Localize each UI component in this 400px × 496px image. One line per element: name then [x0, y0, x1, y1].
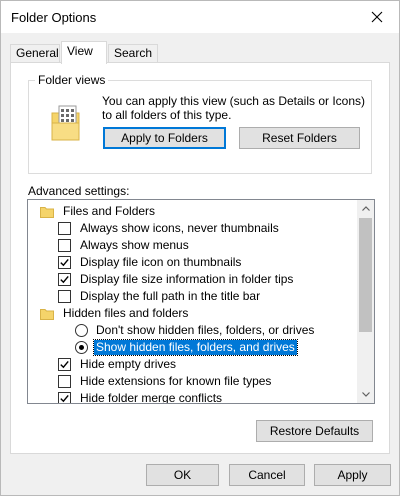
tree-checkbox-option[interactable]: Display file icon on thumbnails	[58, 254, 243, 271]
tree-category: Hidden files and folders	[40, 305, 190, 322]
apply-button[interactable]: Apply	[314, 464, 391, 486]
folder-views-group: Folder views You can apply this view (su…	[28, 73, 372, 174]
vertical-scrollbar[interactable]	[357, 200, 374, 403]
view-tab-panel: Folder views You can apply this view (su…	[10, 62, 390, 454]
tree-radio-option[interactable]: Don't show hidden files, folders, or dri…	[75, 322, 316, 339]
tree-category: Files and Folders	[40, 203, 157, 220]
tree-item-label: Display file size information in folder …	[80, 272, 294, 286]
tree-checkbox-option[interactable]: Always show icons, never thumbnails	[58, 220, 281, 237]
chevron-down-icon	[361, 392, 370, 397]
tree-item-label: Files and Folders	[63, 204, 156, 218]
radio-button[interactable]	[75, 324, 88, 337]
ok-button[interactable]: OK	[146, 464, 219, 486]
folder-icon	[40, 308, 54, 320]
apply-to-folders-button[interactable]: Apply to Folders	[103, 127, 226, 149]
tab-search[interactable]: Search	[108, 44, 158, 63]
reset-folders-button[interactable]: Reset Folders	[239, 127, 360, 149]
folder-icon	[40, 206, 54, 218]
cancel-button[interactable]: Cancel	[229, 464, 305, 486]
folder-views-legend: Folder views	[35, 73, 109, 87]
tree-radio-option[interactable]: Show hidden files, folders, and drives	[75, 339, 298, 356]
checkbox[interactable]	[58, 256, 71, 269]
tree-item-label: Always show menus	[80, 238, 189, 252]
tree-item-label: Always show icons, never thumbnails	[80, 221, 279, 235]
restore-defaults-button[interactable]: Restore Defaults	[256, 420, 373, 442]
tree-checkbox-option[interactable]: Display the full path in the title bar	[58, 288, 262, 305]
tree-item-label: Show hidden files, folders, and drives	[93, 339, 298, 356]
tree-item-label: Hide extensions for known file types	[80, 374, 272, 388]
folder-views-description: You can apply this view (such as Details…	[102, 94, 366, 122]
radio-button[interactable]	[75, 341, 88, 354]
checkbox[interactable]	[58, 222, 71, 235]
scrollbar-thumb[interactable]	[359, 218, 372, 332]
tree-checkbox-option[interactable]: Always show menus	[58, 237, 191, 254]
tab-view[interactable]: View	[61, 41, 107, 64]
window-title: Folder Options	[11, 10, 97, 25]
checkmark-icon	[60, 360, 69, 369]
tree-item-label: Display the full path in the title bar	[80, 289, 261, 303]
title-bar: Folder Options	[1, 1, 399, 33]
close-button[interactable]	[355, 1, 399, 33]
tree-item-label: Hide empty drives	[80, 357, 177, 371]
tree-checkbox-option[interactable]: Hide empty drives	[58, 356, 178, 373]
checkbox[interactable]	[58, 239, 71, 252]
scroll-up-button[interactable]	[357, 200, 374, 217]
tab-general[interactable]: General	[10, 44, 60, 63]
folder-options-dialog: Folder Options General View Search Folde…	[0, 0, 400, 496]
tree-item-label: Hide folder merge conflicts	[80, 391, 223, 404]
folder-view-icon	[51, 105, 80, 141]
checkmark-icon	[60, 394, 69, 403]
checkbox[interactable]	[58, 358, 71, 371]
checkmark-icon	[60, 258, 69, 267]
chevron-up-icon	[361, 206, 370, 211]
tree-item-label: Hidden files and folders	[63, 306, 189, 320]
checkmark-icon	[60, 275, 69, 284]
close-icon	[371, 11, 383, 23]
tree-checkbox-option[interactable]: Hide extensions for known file types	[58, 373, 273, 390]
checkbox[interactable]	[58, 290, 71, 303]
tree-item-label: Don't show hidden files, folders, or dri…	[96, 323, 315, 337]
advanced-settings-label: Advanced settings:	[28, 184, 130, 198]
checkbox[interactable]	[58, 392, 71, 403]
tree-checkbox-option[interactable]: Hide folder merge conflicts	[58, 390, 224, 404]
checkbox[interactable]	[58, 273, 71, 286]
radio-dot	[79, 345, 84, 350]
checkbox[interactable]	[58, 375, 71, 388]
tree-item-label: Display file icon on thumbnails	[80, 255, 242, 269]
tree-checkbox-option[interactable]: Display file size information in folder …	[58, 271, 295, 288]
scroll-down-button[interactable]	[357, 386, 374, 403]
advanced-settings-list[interactable]: Files and Folders Always show icons, neve…	[27, 199, 375, 404]
